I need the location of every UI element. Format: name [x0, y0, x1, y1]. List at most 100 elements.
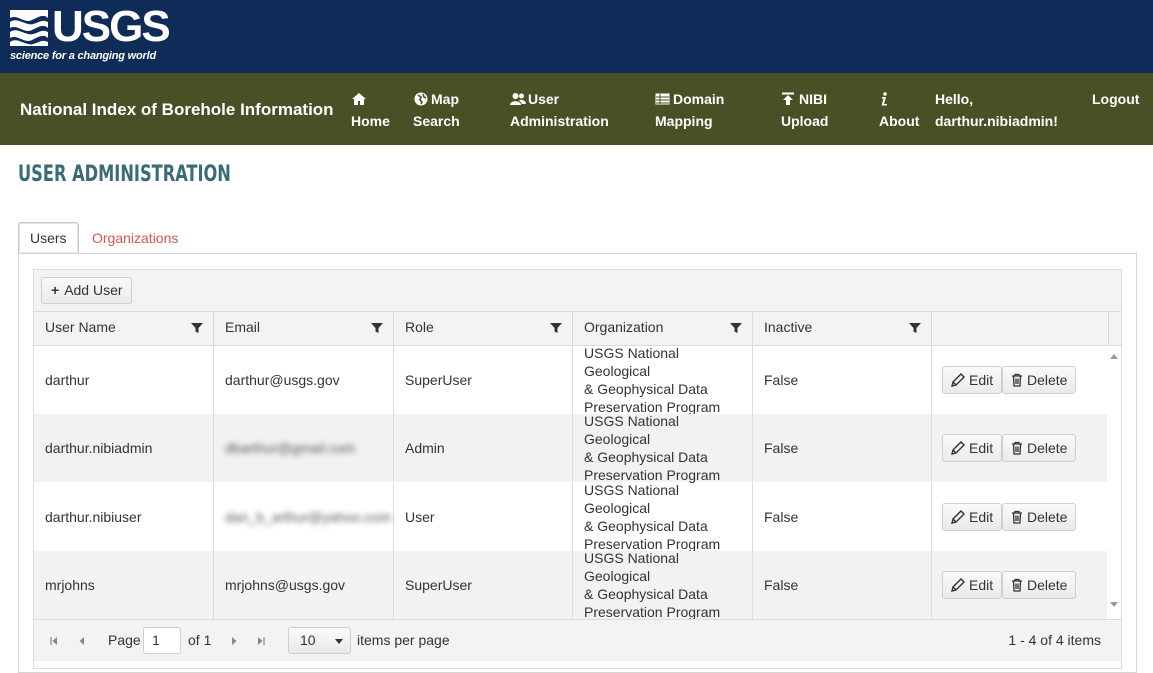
nav-user-line2: Administration [510, 113, 609, 129]
cell-role: SuperUser [394, 551, 573, 619]
nav-nibi-upload[interactable]: NIBI Upload [781, 88, 828, 132]
table-row: darthur darthur@usgs.gov SuperUser USGS … [34, 346, 1107, 415]
delete-label: Delete [1027, 577, 1068, 593]
pencil-icon [951, 578, 965, 592]
cell-actions: Edit Delete [932, 414, 1107, 482]
column-label: User Name [45, 319, 116, 335]
cell-organization: USGS National Geological & Geophysical Da… [573, 482, 753, 552]
column-header-username[interactable]: User Name [34, 312, 214, 346]
pencil-icon [951, 441, 965, 455]
filter-icon[interactable] [191, 322, 203, 334]
column-label: Email [225, 319, 261, 335]
cell-inactive: False [753, 551, 932, 619]
trash-icon [1012, 578, 1022, 592]
previous-page-icon[interactable] [78, 637, 86, 645]
cell-email: dan_b_arthur@yahoo.com [214, 483, 394, 551]
add-user-label: Add User [64, 282, 123, 298]
column-header-role[interactable]: Role [394, 312, 573, 346]
nav-map-line1: Map [431, 91, 459, 107]
logout-link[interactable]: Logout [1092, 88, 1139, 110]
edit-button[interactable]: Edit [942, 571, 1003, 599]
delete-label: Delete [1027, 509, 1068, 525]
next-page-icon[interactable] [230, 637, 238, 645]
usgs-tagline: science for a changing world [10, 50, 156, 62]
app-brand[interactable]: National Index of Borehole Information [20, 100, 334, 120]
org-line: & Geophysical Data [584, 449, 708, 465]
edit-button[interactable]: Edit [942, 503, 1003, 531]
chevron-down-icon [335, 639, 343, 644]
delete-button[interactable]: Delete [1002, 503, 1077, 531]
grid-scrollbar[interactable] [1107, 346, 1121, 619]
scroll-down-icon[interactable] [1110, 602, 1118, 607]
email-text: dbarthur@gmail.com [225, 440, 356, 456]
usgs-wordmark: USGS [52, 2, 171, 51]
column-header-organization[interactable]: Organization [573, 312, 753, 346]
items-per-page-label: items per page [357, 632, 450, 648]
filter-icon[interactable] [550, 322, 562, 334]
usgs-header-band: USGS science for a changing world [0, 0, 1153, 73]
table-row: darthur.nibiadmin dbarthur@gmail.com Adm… [34, 413, 1107, 483]
pencil-icon [951, 373, 965, 387]
edit-button[interactable]: Edit [942, 434, 1003, 462]
nav-map-search[interactable]: Map Search [413, 88, 460, 132]
page-number-input[interactable]: 1 [143, 627, 181, 654]
page-label: Page [108, 632, 141, 648]
trash-icon [1012, 510, 1022, 524]
info-icon [879, 92, 895, 106]
main-navbar: National Index of Borehole Information H… [0, 73, 1153, 145]
nav-domain-mapping[interactable]: Domain Mapping [655, 88, 724, 132]
cell-inactive: False [753, 346, 932, 414]
usgs-logo[interactable]: USGS science for a changing world [10, 4, 171, 64]
edit-label: Edit [969, 509, 994, 525]
column-label: Organization [584, 319, 664, 335]
plus-icon: + [51, 282, 60, 298]
grid-toolbar: + Add User [34, 270, 1121, 312]
delete-button[interactable]: Delete [1002, 366, 1077, 394]
filter-icon[interactable] [371, 322, 383, 334]
nav-about-label: About [879, 113, 920, 129]
edit-button[interactable]: Edit [942, 366, 1003, 394]
column-label: Role [405, 319, 434, 335]
delete-button[interactable]: Delete [1002, 571, 1077, 599]
delete-button[interactable]: Delete [1002, 434, 1077, 462]
filter-icon[interactable] [909, 322, 921, 334]
page-title: USER ADMINISTRATION [18, 162, 231, 187]
nav-user-administration[interactable]: User Administration [510, 88, 609, 132]
last-page-icon[interactable] [257, 637, 265, 645]
nav-map-line2: Search [413, 113, 460, 129]
page-size-select[interactable]: 10 [288, 627, 351, 654]
user-greeting: Hello, darthur.nibiadmin! [935, 88, 1058, 132]
cell-role: Admin [394, 414, 573, 482]
table-icon [655, 92, 671, 106]
tab-users[interactable]: Users [18, 222, 79, 254]
org-line: & Geophysical Data [584, 381, 708, 397]
cell-username: darthur.nibiadmin [34, 414, 214, 482]
add-user-button[interactable]: + Add User [41, 277, 132, 304]
org-line: USGS National Geological [584, 550, 679, 584]
filter-icon[interactable] [730, 322, 742, 334]
org-line: & Geophysical Data [584, 586, 708, 602]
column-header-email[interactable]: Email [214, 312, 394, 346]
column-header-inactive[interactable]: Inactive [753, 312, 932, 346]
pencil-icon [951, 510, 965, 524]
nav-user-line1: User [528, 91, 560, 107]
cell-role: SuperUser [394, 346, 573, 414]
pager-summary: 1 - 4 of 4 items [1008, 632, 1101, 648]
email-text: dan_b_arthur@yahoo.com [225, 509, 391, 525]
cell-username: darthur [34, 346, 214, 414]
scroll-up-icon[interactable] [1110, 354, 1118, 359]
cell-username: mrjohns [34, 551, 214, 619]
upload-icon [781, 92, 797, 106]
table-row: mrjohns mrjohns@usgs.gov SuperUser USGS … [34, 550, 1107, 619]
greeting-username: darthur.nibiadmin! [935, 113, 1058, 129]
first-page-icon[interactable] [50, 637, 58, 645]
greeting-line1: Hello, [935, 91, 974, 107]
nav-home[interactable]: Home [351, 88, 390, 132]
users-icon [510, 92, 526, 106]
usgs-wave-icon [10, 10, 48, 46]
nav-about[interactable]: About [879, 88, 919, 132]
cell-actions: Edit Delete [932, 483, 1107, 551]
tab-organizations[interactable]: Organizations [80, 222, 190, 254]
nav-nibi-line2: Upload [781, 113, 829, 129]
users-grid: + Add User User Name Email Role Organizat… [33, 269, 1122, 669]
